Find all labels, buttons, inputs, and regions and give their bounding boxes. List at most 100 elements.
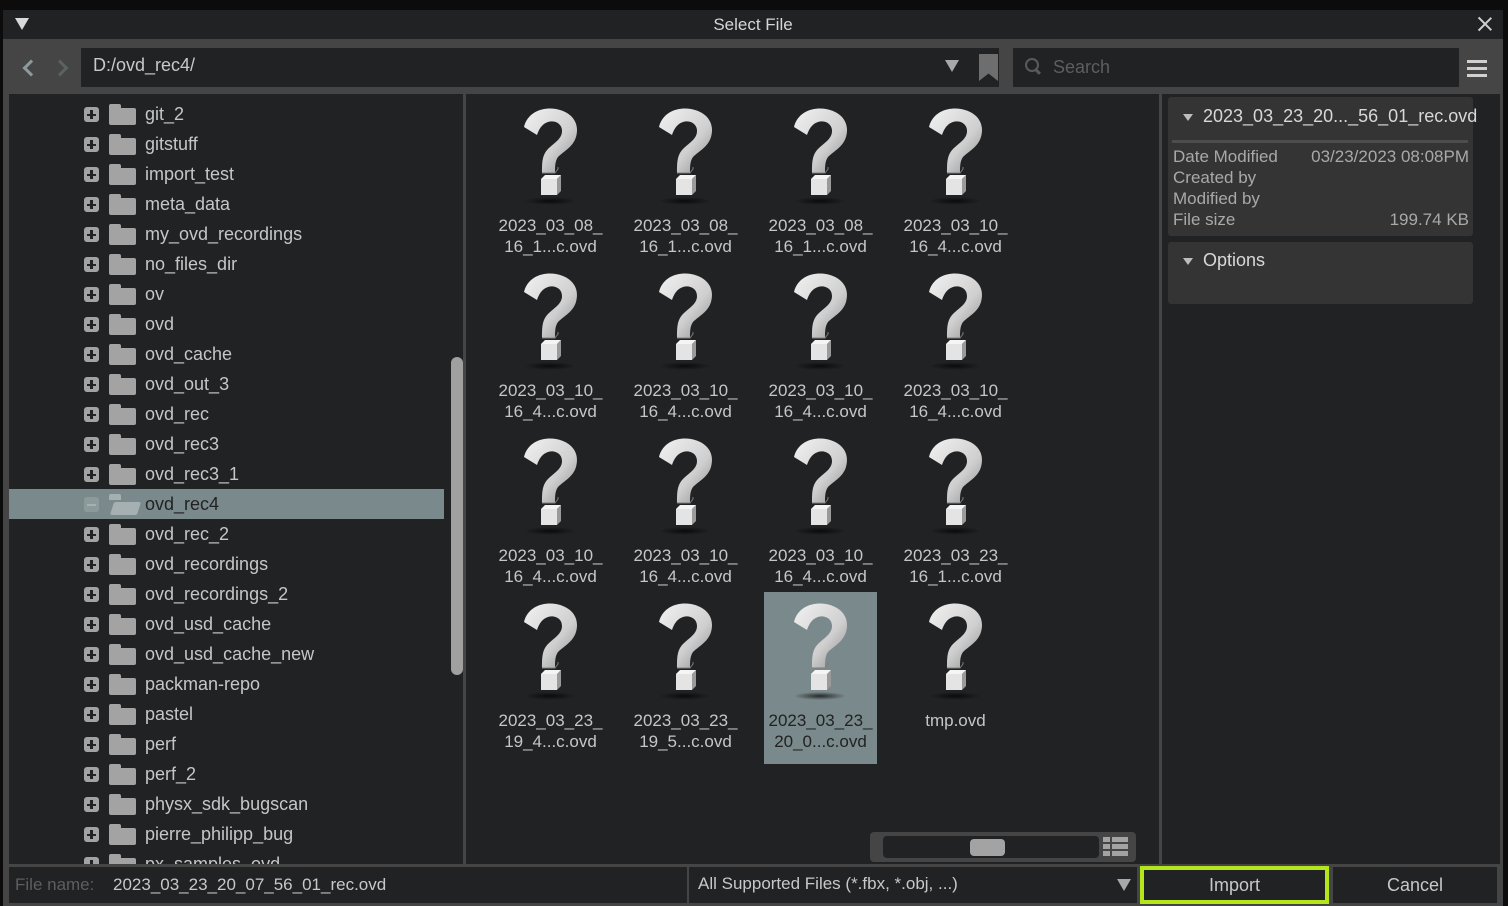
expand-icon[interactable] [84,437,99,452]
expand-icon[interactable] [84,557,99,572]
file-tile[interactable]: 2023_03_10_ 16_4...c.ovd [899,262,1012,434]
path-field[interactable]: D:/ovd_rec4/ [81,48,999,87]
tree-item[interactable]: gitstuff [9,129,444,159]
expand-icon[interactable] [84,647,99,662]
expand-icon[interactable] [84,407,99,422]
file-name-line2: 16_4...c.ovd [639,567,732,586]
tree-item-label: ovd_rec3_1 [145,464,240,484]
file-tile[interactable]: 2023_03_10_ 16_4...c.ovd [494,262,607,434]
file-tile[interactable]: 2023_03_10_ 16_4...c.ovd [899,97,1012,269]
expand-icon[interactable] [84,197,99,212]
expand-icon[interactable] [84,827,99,842]
file-tile[interactable]: 2023_03_10_ 16_4...c.ovd [494,427,607,599]
folder-icon [109,194,136,215]
folder-icon [109,284,136,305]
import-button[interactable]: Import [1140,866,1329,904]
slider-thumb[interactable] [970,839,1005,856]
tree-item[interactable]: packman-repo [9,669,444,699]
expand-icon[interactable] [84,857,99,864]
file-tile[interactable]: 2023_03_10_ 16_4...c.ovd [629,262,742,434]
file-tile[interactable]: 2023_03_23_ 19_4...c.ovd [494,592,607,764]
path-dropdown-icon[interactable] [945,60,959,72]
expand-icon[interactable] [84,797,99,812]
expand-icon[interactable] [84,377,99,392]
tree-item[interactable]: perf [9,729,444,759]
search-box[interactable] [1013,48,1459,87]
close-icon[interactable] [1475,14,1495,34]
collapse-arrow-icon[interactable] [1183,258,1193,265]
filename-field[interactable]: File name: [9,867,687,903]
path-text[interactable]: D:/ovd_rec4/ [93,55,195,76]
file-tile[interactable]: 2023_03_23_ 20_0...c.ovd [764,592,877,764]
expand-icon[interactable] [84,287,99,302]
bookmark-icon[interactable] [979,54,998,81]
folder-icon [109,254,136,275]
tree-item[interactable]: meta_data [9,189,444,219]
expand-icon[interactable] [84,737,99,752]
expand-icon[interactable] [84,527,99,542]
tree-item[interactable]: import_test [9,159,444,189]
expand-icon[interactable] [84,317,99,332]
collapse-arrow-icon[interactable] [1183,114,1193,121]
cancel-button[interactable]: Cancel [1333,867,1497,903]
file-tile[interactable]: tmp.ovd [899,592,1012,764]
tree-item[interactable]: pierre_philipp_bug [9,819,444,849]
filename-input[interactable] [113,867,683,903]
back-arrow-icon[interactable] [19,57,39,77]
file-tile[interactable]: 2023_03_23_ 16_1...c.ovd [899,427,1012,599]
expand-icon[interactable] [84,587,99,602]
expand-icon[interactable] [84,107,99,122]
options-section[interactable]: Options [1168,242,1473,304]
file-tile[interactable]: 2023_03_08_ 16_1...c.ovd [629,97,742,269]
tree-item[interactable]: ovd_rec [9,399,444,429]
expand-icon[interactable] [84,137,99,152]
tree-item[interactable]: ovd_rec3 [9,429,444,459]
thumbnail-size-slider[interactable] [883,836,1099,858]
tree-item[interactable]: ovd_recordings_2 [9,579,444,609]
tree-item[interactable]: ovd_rec4 [9,489,444,519]
expand-icon[interactable] [84,167,99,182]
tree-item[interactable]: ovd_recordings [9,549,444,579]
file-tile[interactable]: 2023_03_08_ 16_1...c.ovd [494,97,607,269]
list-view-icon[interactable] [1103,836,1128,858]
tree-item[interactable]: px_samples_ovd [9,849,444,864]
file-tile[interactable]: 2023_03_10_ 16_4...c.ovd [764,427,877,599]
tree-scrollbar[interactable] [451,357,463,675]
expand-icon[interactable] [84,617,99,632]
expand-icon[interactable] [84,677,99,692]
tree-item[interactable]: ovd_out_3 [9,369,444,399]
file-tile[interactable]: 2023_03_08_ 16_1...c.ovd [764,97,877,269]
unknown-file-icon [790,107,852,205]
folder-open-icon [109,494,136,515]
file-name-line2: 16_1...c.ovd [639,237,732,256]
tree-item[interactable]: ovd_rec_2 [9,519,444,549]
tree-item[interactable]: ovd [9,309,444,339]
property-value: 03/23/2023 08:08PM [1311,147,1469,166]
tree-item[interactable]: ov [9,279,444,309]
tree-item[interactable]: perf_2 [9,759,444,789]
tree-item[interactable]: ovd_usd_cache [9,609,444,639]
tree-item[interactable]: my_ovd_recordings [9,219,444,249]
tree-item[interactable]: physx_sdk_bugscan [9,789,444,819]
tree-item[interactable]: ovd_rec3_1 [9,459,444,489]
tree-item[interactable]: no_files_dir [9,249,444,279]
expand-icon[interactable] [84,257,99,272]
tree-item[interactable]: pastel [9,699,444,729]
hamburger-menu-icon[interactable] [1467,60,1487,77]
expand-icon[interactable] [84,347,99,362]
forward-arrow-icon[interactable] [52,57,72,77]
search-input[interactable] [1053,48,1453,87]
expand-icon[interactable] [84,707,99,722]
file-tile[interactable]: 2023_03_10_ 16_4...c.ovd [764,262,877,434]
expand-icon[interactable] [84,467,99,482]
file-tile[interactable]: 2023_03_10_ 16_4...c.ovd [629,427,742,599]
expand-icon[interactable] [84,767,99,782]
tree-item[interactable]: ovd_cache [9,339,444,369]
tree-item[interactable]: git_2 [9,99,444,129]
file-name-line2: 20_0...c.ovd [774,732,867,751]
expand-icon[interactable] [84,227,99,242]
tree-item[interactable]: ovd_usd_cache_new [9,639,444,669]
file-tile[interactable]: 2023_03_23_ 19_5...c.ovd [629,592,742,764]
file-type-filter[interactable]: All Supported Files (*.fbx, *.obj, ...) [689,867,1137,903]
collapse-icon[interactable] [84,497,99,512]
